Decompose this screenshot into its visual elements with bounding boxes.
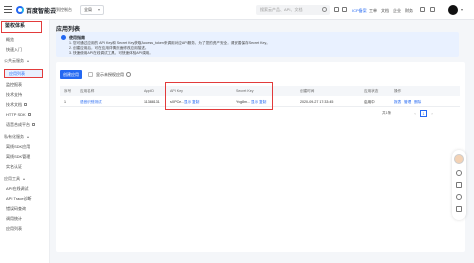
- sidebar-item-label: HTTP SDK: [6, 112, 26, 117]
- app-list-card: 创建应用 显示未授权应用 序号 应用名称 AppID API Key Secre…: [56, 62, 465, 252]
- next-page-button[interactable]: ›: [429, 110, 435, 117]
- usage-guide-notice: 使用指南 1. 您可通过应用的 API Key和 Secret Key获取Acc…: [56, 32, 459, 57]
- sidebar-item-offline-sdk-app[interactable]: 离线SDK应用: [6, 144, 30, 150]
- floating-toolbar: [452, 150, 466, 220]
- sidebar-group-private[interactable]: 私有化服务: [4, 134, 29, 140]
- document-icon[interactable]: [456, 182, 462, 188]
- pagination-total: 共1条: [382, 111, 392, 115]
- sidebar-item-support[interactable]: 技术支持: [6, 92, 22, 98]
- sidebar-title: 鉴权体系: [1, 21, 42, 33]
- help-center-icon[interactable]: [430, 7, 435, 12]
- sidebar-item-call-stats[interactable]: 调用统计: [6, 216, 22, 222]
- sidebar-item-quickstart[interactable]: 快速入门: [6, 47, 22, 53]
- sidebar-item-offline-sdk-manage[interactable]: 离线SDK管理: [6, 154, 30, 160]
- column-header: AppID: [144, 89, 154, 93]
- app-status: 启用中: [364, 100, 375, 104]
- sidebar-group-tools[interactable]: 应用工具: [4, 176, 25, 182]
- top-bar: 百度智能云 回到控制台 全局 搜索云产品、API、文档 ICP备案 工单 文档 …: [0, 0, 474, 20]
- create-app-button[interactable]: 创建应用: [60, 70, 82, 79]
- sidebar-item-monitor[interactable]: 监控报表: [6, 82, 22, 88]
- nav-enterprise[interactable]: 企业: [393, 8, 401, 14]
- delete-link[interactable]: 删除: [414, 100, 421, 105]
- info-icon: [61, 35, 66, 40]
- search-input[interactable]: 搜索云产品、API、文档: [256, 5, 330, 15]
- sidebar-item-label: 应用列表: [9, 71, 25, 76]
- sidebar: 鉴权体系 概览 快速入门 公共云服务 应用列表 监控报表 技术支持 技术文档 H…: [0, 20, 50, 263]
- show-unauthorized-label[interactable]: 显示未授权应用: [96, 72, 124, 78]
- sidebar-item-real-name[interactable]: 实名认证: [6, 164, 22, 170]
- sidebar-item-api-debug[interactable]: API在线调试: [6, 186, 28, 192]
- report-link[interactable]: 报表: [394, 100, 401, 105]
- notification-icon[interactable]: [334, 7, 339, 12]
- column-header: 应用名称: [80, 89, 95, 93]
- back-to-top-icon[interactable]: [456, 206, 462, 212]
- app-id: 11388131: [144, 100, 160, 104]
- column-header: 序号: [64, 89, 72, 93]
- manage-link[interactable]: 管理: [404, 100, 411, 105]
- show-unauthorized-checkbox[interactable]: [88, 72, 93, 77]
- external-link-icon: [27, 113, 31, 117]
- nav-finance[interactable]: 财务: [405, 8, 413, 14]
- sidebar-item-tts-platform[interactable]: 语音合成平台: [6, 122, 35, 128]
- api-key-highlight-box: [165, 82, 273, 110]
- hamburger-menu-icon[interactable]: [4, 6, 12, 13]
- sidebar-item-app-list[interactable]: 应用列表: [4, 69, 43, 78]
- nav-ticket[interactable]: 工单: [369, 8, 377, 14]
- brand-logo-icon: [16, 6, 24, 14]
- search-placeholder: 搜索云产品、API、文档: [260, 7, 303, 12]
- nav-docs[interactable]: 文档: [381, 8, 389, 14]
- sidebar-item-api-trace[interactable]: API Trace诊断: [6, 196, 32, 202]
- chevron-down-icon[interactable]: [461, 9, 463, 11]
- back-to-console-link[interactable]: 回到控制台: [52, 7, 72, 13]
- question-icon[interactable]: [126, 72, 131, 77]
- prev-page-button[interactable]: ‹: [412, 110, 418, 117]
- assistant-avatar[interactable]: [454, 154, 464, 164]
- sidebar-item-app-list-2[interactable]: 应用列表: [6, 226, 22, 232]
- cart-icon[interactable]: [342, 7, 347, 12]
- external-link-icon: [24, 103, 27, 107]
- chat-icon[interactable]: [456, 170, 462, 176]
- sidebar-item-overview[interactable]: 概览: [6, 37, 14, 43]
- external-link-icon: [32, 123, 35, 127]
- created-time: 2020-09-27 17:33:45: [300, 100, 334, 104]
- sidebar-item-label: 技术文档: [6, 102, 22, 107]
- region-select[interactable]: 全局: [80, 5, 104, 15]
- column-header: 应用状态: [364, 89, 379, 93]
- sidebar-item-label: 语音合成平台: [6, 122, 30, 127]
- sidebar-group-public-cloud[interactable]: 公共云服务: [4, 58, 29, 64]
- page-1-button[interactable]: 1: [420, 110, 427, 117]
- column-header: 操作: [394, 89, 402, 93]
- search-icon[interactable]: [322, 7, 327, 12]
- column-header: 创建时间: [300, 89, 315, 93]
- sidebar-item-error-code[interactable]: 错误码查询: [6, 206, 26, 212]
- nav-icp[interactable]: ICP备案: [352, 8, 367, 14]
- row-index: 1: [64, 100, 66, 104]
- feedback-icon[interactable]: [456, 194, 462, 200]
- sidebar-item-http-sdk[interactable]: HTTP SDK: [6, 112, 31, 117]
- user-avatar[interactable]: [448, 5, 458, 15]
- app-name-link[interactable]: 语音识别测试: [80, 100, 102, 105]
- notice-line: 3. 快速使用API在线调试工具，可快速体验API调用。: [69, 51, 153, 55]
- sidebar-item-tech-docs[interactable]: 技术文档: [6, 102, 27, 108]
- message-icon[interactable]: [420, 7, 425, 12]
